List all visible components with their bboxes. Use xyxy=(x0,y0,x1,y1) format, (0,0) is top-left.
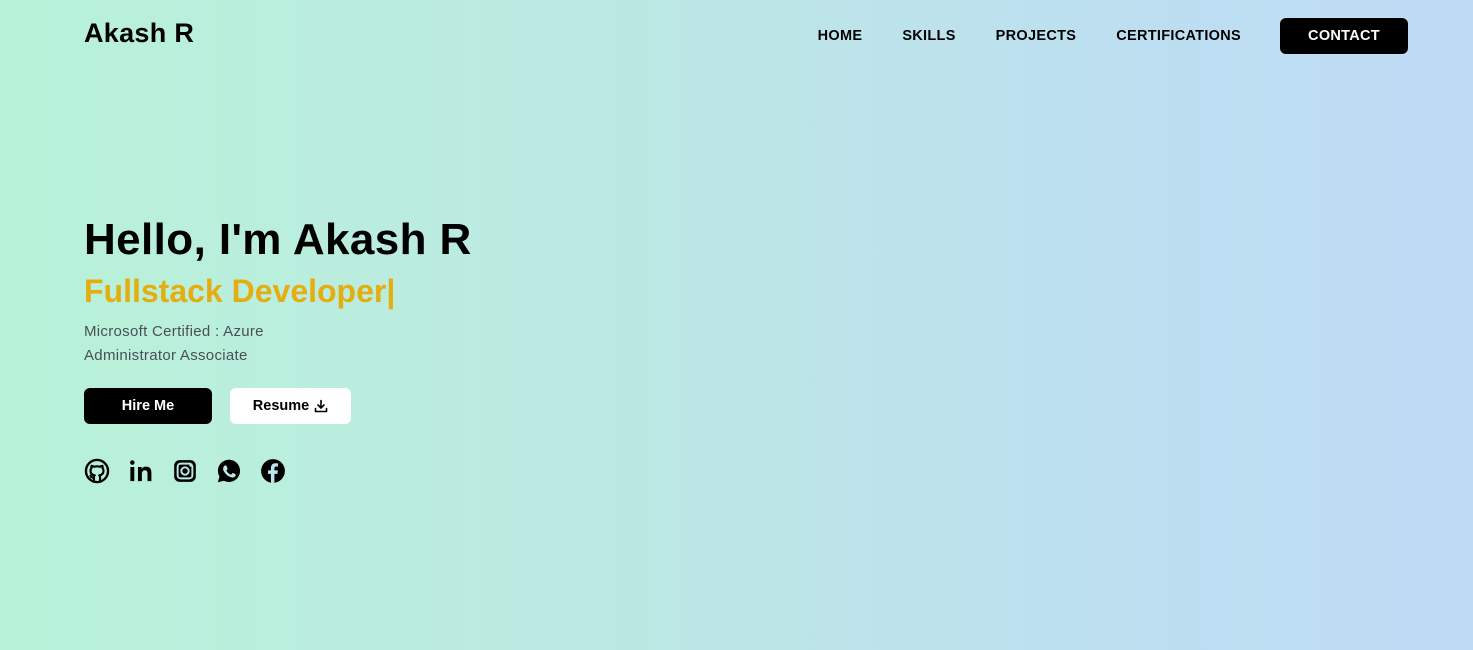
nav-projects[interactable]: PROJECTS xyxy=(996,28,1077,44)
github-icon[interactable] xyxy=(84,458,110,484)
hero-section: Hello, I'm Akash R Fullstack Developer| … xyxy=(84,212,472,484)
whatsapp-icon[interactable] xyxy=(216,458,242,484)
main-nav: HOME SKILLS PROJECTS CERTIFICATIONS CONT… xyxy=(818,18,1408,54)
nav-certifications[interactable]: CERTIFICATIONS xyxy=(1116,28,1241,44)
hero-description-line: Microsoft Certified : Azure xyxy=(84,323,264,340)
hire-me-button[interactable]: Hire Me xyxy=(84,388,212,424)
brand-logo[interactable]: Akash R xyxy=(84,16,194,50)
resume-button[interactable]: Resume xyxy=(230,388,351,424)
hero-description-line: Administrator Associate xyxy=(84,347,248,364)
resume-label: Resume xyxy=(252,398,310,414)
hero-actions: Hire Me Resume xyxy=(84,388,472,424)
social-links xyxy=(84,458,472,484)
instagram-icon[interactable] xyxy=(172,458,198,484)
hire-me-label: Hire Me xyxy=(121,398,175,414)
nav-home[interactable]: HOME xyxy=(818,28,863,44)
nav-skills[interactable]: SKILLS xyxy=(902,28,955,44)
contact-button[interactable]: CONTACT xyxy=(1280,18,1408,54)
hero-description: Microsoft Certified : Azure Administrato… xyxy=(84,320,294,368)
hero-role: Fullstack Developer| xyxy=(84,273,396,309)
hero-greeting: Hello, I'm Akash R xyxy=(84,215,472,264)
facebook-icon[interactable] xyxy=(260,458,286,484)
linkedin-icon[interactable] xyxy=(128,458,154,484)
download-icon xyxy=(314,399,328,413)
